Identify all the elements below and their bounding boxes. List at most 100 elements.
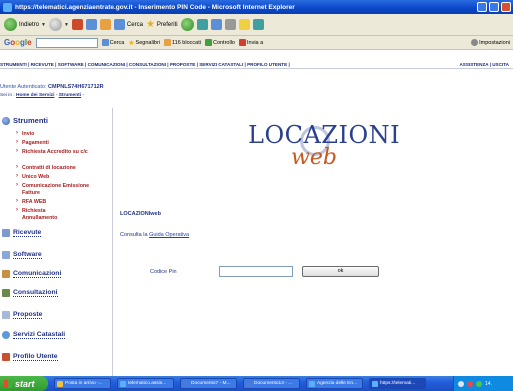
- guide-text: Consulta la Guida Operativa: [120, 232, 190, 238]
- ie-icon: [120, 380, 126, 387]
- top-nav-assistance-exit[interactable]: ASSISTENZA | USCITA: [459, 62, 509, 67]
- browser-toolbar: Indietro ▼ ▼ Cerca ★ Preferiti: [0, 14, 513, 36]
- top-nav-links[interactable]: STRUMENTI | RICEVUTE | SOFTWARE | COMUNI…: [0, 62, 290, 67]
- breadcrumb: Sei in : Home dei Servizi - Strumenti -: [0, 93, 85, 98]
- pin-input[interactable]: [219, 266, 293, 277]
- locazioni-web-logo: LOCAZIONI web: [248, 121, 401, 170]
- star-icon: ★: [128, 39, 135, 47]
- back-arrow-icon: [4, 18, 17, 31]
- folder-icon[interactable]: [238, 19, 250, 30]
- refresh-icon[interactable]: [85, 19, 97, 30]
- messenger-icon[interactable]: [252, 19, 264, 30]
- web-page: STRUMENTI | RICEVUTE | SOFTWARE | COMUNI…: [0, 51, 513, 376]
- star-icon: ★: [145, 19, 155, 30]
- breadcrumb-home-link[interactable]: Home dei Servizi: [16, 93, 54, 98]
- forward-arrow-icon: [48, 18, 62, 31]
- ie-logo-icon: [3, 2, 12, 12]
- page-title: LOCAZIONIweb: [120, 211, 161, 217]
- stop-icon[interactable]: [71, 19, 83, 30]
- sidebar-section-proposte[interactable]: Proposte: [2, 311, 43, 319]
- print-icon[interactable]: [224, 19, 236, 30]
- media-icon[interactable]: [180, 18, 194, 31]
- word-icon: [183, 380, 189, 387]
- sidebar-item-richiesta-annullamento[interactable]: Richiesta Annullamento: [16, 207, 77, 222]
- top-navigation: STRUMENTI | RICEVUTE | SOFTWARE | COMUNI…: [0, 60, 513, 69]
- taskbar-item[interactable]: Agenzia delle En...: [306, 378, 363, 389]
- taskbar-item[interactable]: Documento14 - ...: [243, 378, 300, 389]
- taskbar-item-active[interactable]: https://telemati...: [369, 378, 426, 389]
- minimize-button[interactable]: [477, 2, 487, 12]
- forward-button[interactable]: ▼: [48, 18, 69, 31]
- sidebar-item-contratti-locazione[interactable]: Contratti di locazione: [16, 164, 76, 172]
- maximize-button[interactable]: [489, 2, 499, 12]
- chevron-down-icon: ▼: [63, 21, 69, 28]
- sidebar-item-invio[interactable]: Invio: [16, 130, 35, 138]
- windows-logo-icon: [4, 379, 12, 388]
- consult-icon: [2, 289, 10, 297]
- guide-link[interactable]: Guida Operativa: [149, 232, 189, 238]
- search-icon: [101, 39, 109, 46]
- sidebar-item-rfa-web[interactable]: RFA WEB: [16, 198, 46, 206]
- proposal-icon: [2, 311, 10, 319]
- sidebar-section-servizi-catastali[interactable]: Servizi Catastali: [2, 331, 66, 339]
- mail-icon: [57, 380, 63, 387]
- sidebar-item-richiesta-accredito[interactable]: Richiesta Accredito su c/c: [16, 148, 110, 156]
- check-icon: [204, 39, 212, 46]
- word-icon: [246, 380, 252, 387]
- sidebar-item-comunicazione-fatture[interactable]: Comunicazione Emissione Fatture: [16, 182, 97, 197]
- chevron-down-icon: ▼: [41, 21, 46, 28]
- send-icon: [238, 39, 246, 46]
- google-search-button[interactable]: Cerca: [101, 39, 124, 46]
- popup-blocker-button[interactable]: 116 bloccati: [164, 39, 201, 46]
- mail-icon[interactable]: [210, 19, 222, 30]
- google-settings-button[interactable]: Impostazioni: [471, 39, 510, 46]
- tools-icon: [2, 116, 10, 125]
- system-tray: 14.: [453, 376, 513, 391]
- receipt-icon: [2, 229, 10, 237]
- favorites-button[interactable]: ★ Preferiti: [146, 19, 178, 30]
- sidebar-section-software[interactable]: Software: [2, 251, 42, 259]
- spellcheck-button[interactable]: Controllo: [204, 39, 235, 46]
- taskbar-item[interactable]: Documento7 - M...: [180, 378, 237, 389]
- start-button[interactable]: start: [0, 376, 48, 391]
- taskbar-item[interactable]: telematico.assis...: [117, 378, 174, 389]
- user-profile-icon: [2, 353, 10, 361]
- sidebar-item-unico-web[interactable]: Unico Web: [16, 173, 49, 181]
- history-icon[interactable]: [196, 19, 208, 30]
- close-button[interactable]: [501, 2, 511, 12]
- taskbar: start Posta in arrivo -... telematico.as…: [0, 376, 513, 391]
- google-search-input[interactable]: [35, 37, 98, 48]
- google-bookmarks-button[interactable]: ★ Segnalibri: [128, 39, 160, 47]
- software-icon: [2, 251, 10, 259]
- tray-icon[interactable]: [476, 380, 482, 387]
- tray-icon[interactable]: [458, 380, 464, 387]
- sidebar-section-comunicazioni[interactable]: Comunicazioni: [2, 270, 62, 278]
- google-toolbar: Google Cerca ★ Segnalibri 116 bloccati C…: [0, 36, 513, 50]
- taskbar-item[interactable]: Posta in arrivo -...: [54, 378, 111, 389]
- home-icon[interactable]: [99, 19, 111, 30]
- block-icon: [164, 39, 172, 46]
- search-icon: [113, 19, 125, 30]
- breadcrumb-current-link[interactable]: Strumenti: [59, 93, 81, 98]
- ie-icon: [372, 380, 378, 387]
- tray-icon[interactable]: [467, 380, 473, 387]
- sidebar: Strumenti Invio Pagamenti Richiesta Accr…: [0, 108, 113, 376]
- sidebar-item-pagamenti[interactable]: Pagamenti: [16, 139, 49, 147]
- sidebar-section-profilo-utente[interactable]: Profilo Utente: [2, 353, 58, 361]
- ok-button[interactable]: ok: [302, 266, 379, 277]
- user-code: CMPNLS74H671712R: [48, 84, 104, 90]
- send-to-button[interactable]: Invia a: [238, 39, 263, 46]
- sidebar-section-ricevute[interactable]: Ricevute: [2, 229, 42, 237]
- sidebar-section-consultazioni[interactable]: Consultazioni: [2, 289, 58, 297]
- sidebar-header: Strumenti: [2, 116, 48, 125]
- authenticated-user: Utente Autenticato: CMPNLS74H671712R: [0, 84, 104, 90]
- gear-icon: [471, 39, 479, 46]
- window-title: https://telematici.agenziaentrate.gov.it…: [15, 3, 295, 11]
- search-button[interactable]: Cerca: [113, 19, 143, 30]
- back-button[interactable]: Indietro ▼: [4, 18, 46, 31]
- google-logo: Google: [4, 38, 32, 47]
- pin-label: Codice Pin: [150, 269, 177, 275]
- globe-icon: [2, 331, 10, 339]
- clock: 14.: [485, 380, 492, 387]
- ie-icon: [309, 380, 315, 387]
